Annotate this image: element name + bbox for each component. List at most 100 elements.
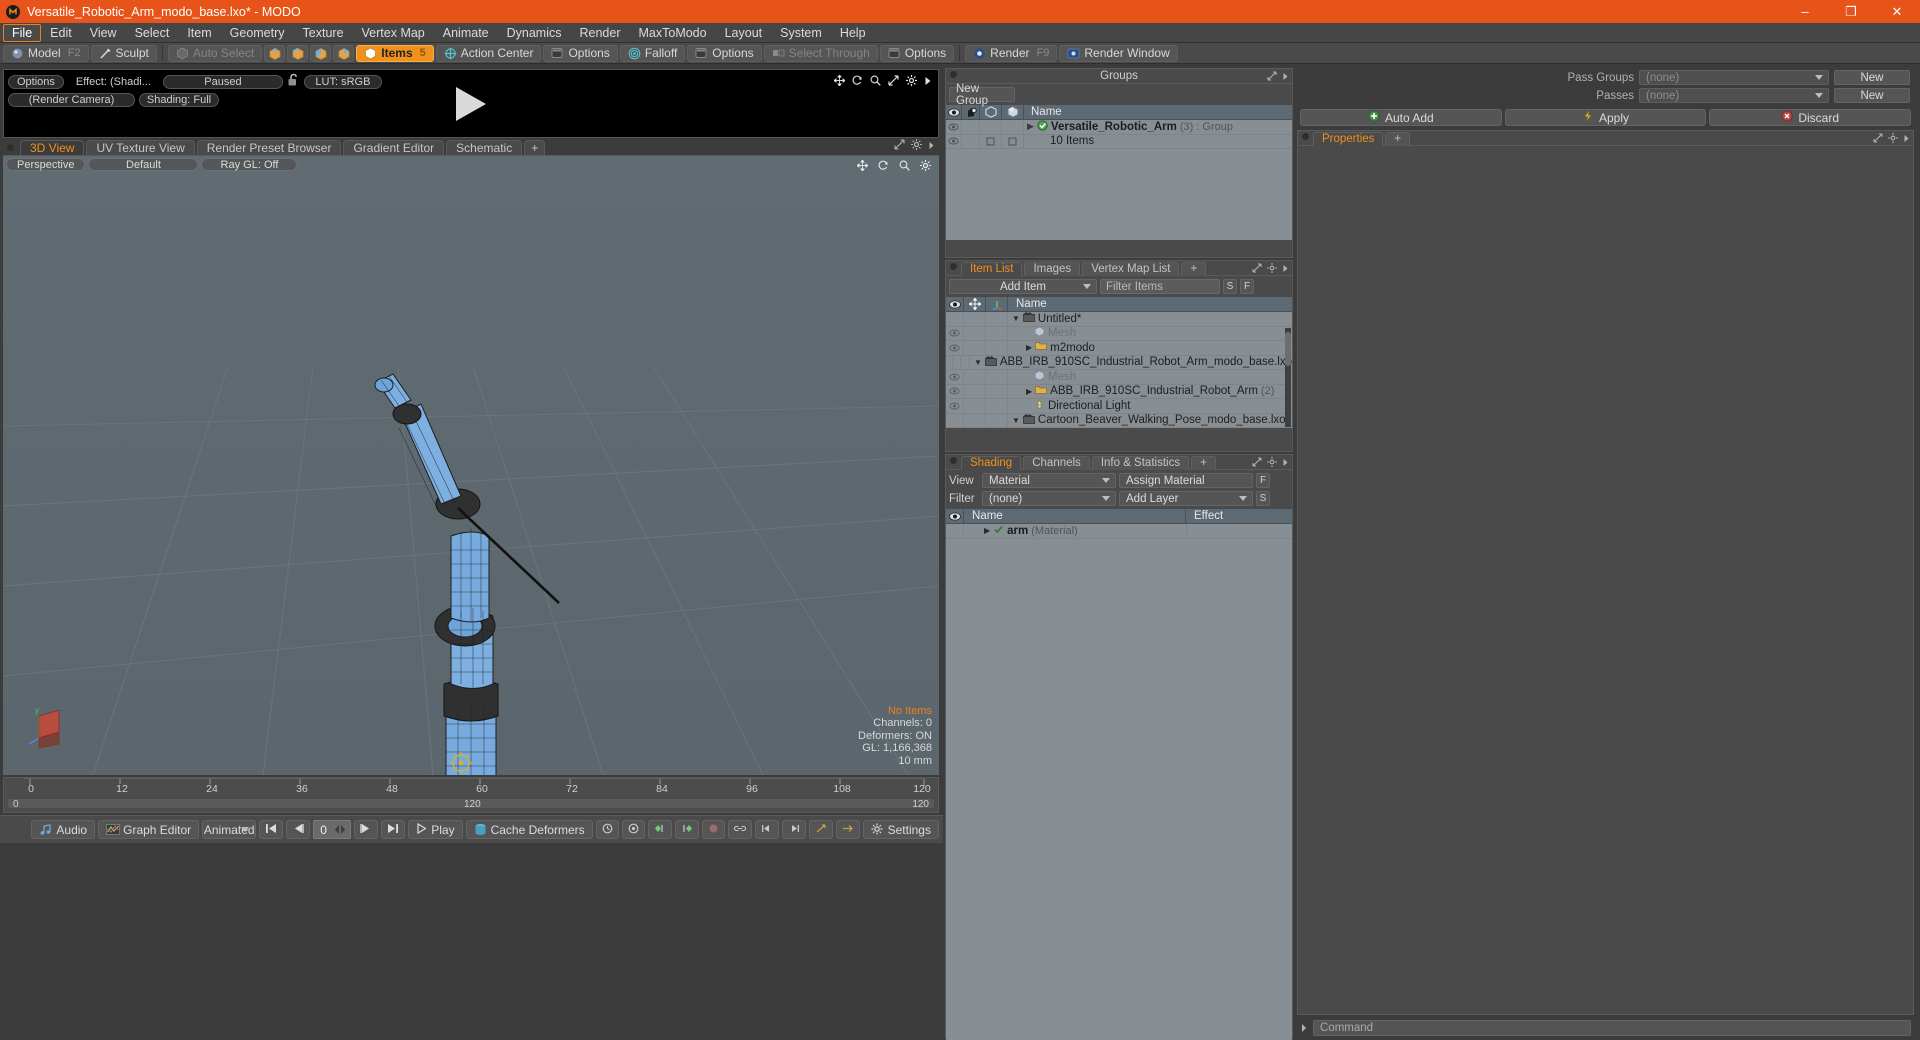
group-child-row[interactable]: 10 Items bbox=[1024, 135, 1094, 147]
item-row-name[interactable]: ▼ Cartoon_Beaver_Walking_Pose_modo_base.… bbox=[1008, 413, 1286, 427]
record-button[interactable] bbox=[701, 820, 725, 839]
gear-icon[interactable] bbox=[906, 74, 917, 89]
row-move-toggle[interactable] bbox=[964, 340, 986, 355]
tab-render-preset-browser[interactable]: Render Preset Browser bbox=[196, 140, 342, 155]
action-center-button[interactable]: Action Center bbox=[435, 44, 542, 62]
step-back-button[interactable] bbox=[286, 820, 311, 839]
item-row-name[interactable]: ▶ ABB_IRB_910SC_Industrial_Robot_Arm (2) bbox=[1008, 385, 1274, 398]
item-list-body[interactable]: ▼ Untitled* Mesh ▶ m2modo ▼ ABB_IRB_910S… bbox=[946, 312, 1292, 428]
tab-add[interactable]: + bbox=[524, 140, 546, 155]
tab-menu-dot-icon[interactable] bbox=[7, 144, 14, 151]
tab-images[interactable]: Images bbox=[1024, 261, 1081, 276]
graph-editor-button[interactable]: Graph Editor bbox=[98, 820, 200, 839]
scrollbar-thumb[interactable] bbox=[1285, 332, 1291, 366]
render-button[interactable]: Render F9 bbox=[965, 44, 1058, 62]
row-axis-toggle[interactable] bbox=[961, 355, 970, 370]
row-move-toggle[interactable] bbox=[964, 413, 986, 428]
row-wire-toggle[interactable] bbox=[980, 134, 1002, 149]
item-list-scrollbar[interactable] bbox=[1285, 328, 1291, 427]
select-through-button[interactable]: Select Through bbox=[763, 44, 878, 62]
offset-key-button[interactable] bbox=[835, 820, 860, 839]
timeline[interactable]: 0 12 24 36 48 60 72 84 96 108 120 0 120 … bbox=[3, 777, 939, 813]
step-forward-button[interactable] bbox=[354, 820, 379, 839]
action-center-options-button[interactable]: Options bbox=[543, 44, 618, 62]
expand-arrow-icon[interactable]: ▶ bbox=[1027, 121, 1034, 132]
zoom-icon[interactable] bbox=[899, 159, 910, 174]
audio-button[interactable]: Audio bbox=[31, 820, 96, 839]
shading-row-name[interactable]: ▶ arm (Material) bbox=[964, 524, 1186, 538]
expand-icon[interactable] bbox=[1267, 69, 1277, 84]
tab-3d-view[interactable]: 3D View bbox=[20, 140, 85, 155]
item-row-name[interactable]: Directional Light bbox=[1008, 398, 1130, 413]
tab-add[interactable]: + bbox=[1191, 455, 1216, 470]
table-row[interactable]: ▶ m2modo bbox=[946, 340, 1292, 356]
menu-item-help[interactable]: Help bbox=[831, 24, 875, 42]
gear-icon[interactable] bbox=[1267, 455, 1277, 470]
table-row[interactable]: ▶ arm (Material) bbox=[946, 523, 1292, 539]
item-row-name[interactable]: ▼ ABB_IRB_910SC_Industrial_Robot_Arm_mod… bbox=[970, 355, 1292, 369]
skip-start-button[interactable] bbox=[259, 820, 284, 839]
row-axis-toggle[interactable] bbox=[986, 326, 1008, 341]
next-key-button[interactable] bbox=[674, 820, 699, 839]
row-axis-toggle[interactable] bbox=[986, 369, 1008, 384]
sculpt-mode-button[interactable]: Sculpt bbox=[90, 44, 157, 62]
gear-icon[interactable] bbox=[1267, 261, 1277, 276]
skip-end-button[interactable] bbox=[381, 820, 406, 839]
model-mode-button[interactable]: Model F2 bbox=[3, 44, 89, 62]
shading-f-button[interactable]: F bbox=[1256, 473, 1270, 488]
gear-icon[interactable] bbox=[911, 138, 922, 153]
fit-icon[interactable] bbox=[888, 74, 899, 89]
items-mode-button[interactable]: Items 5 bbox=[356, 44, 434, 62]
shading-col-eye-icon[interactable] bbox=[946, 508, 964, 524]
row-axis-toggle[interactable] bbox=[986, 413, 1008, 428]
rotate-icon[interactable] bbox=[878, 159, 889, 174]
tab-channels[interactable]: Channels bbox=[1023, 455, 1090, 470]
row-eye-toggle[interactable] bbox=[946, 119, 962, 134]
item-row-name[interactable]: ▼ Untitled* bbox=[1008, 312, 1081, 325]
row-move-toggle[interactable] bbox=[964, 326, 986, 341]
filter-s-button[interactable]: S bbox=[1223, 279, 1237, 294]
item-row-name[interactable]: Mesh bbox=[1008, 326, 1076, 340]
expand-icon[interactable] bbox=[1252, 455, 1262, 470]
shading-list-body[interactable]: ▶ arm (Material) bbox=[946, 523, 1292, 1040]
next-button[interactable] bbox=[781, 820, 806, 839]
menu-item-maxtomodo[interactable]: MaxToModo bbox=[630, 24, 716, 42]
tab-item-list[interactable]: Item List bbox=[961, 261, 1023, 276]
preview-lut-button[interactable]: LUT: sRGB bbox=[303, 74, 382, 89]
table-row[interactable]: ▼ Cartoon_Beaver_Walking_Pose_modo_base.… bbox=[946, 413, 1292, 428]
row-eye-toggle[interactable] bbox=[946, 523, 964, 538]
prev-button[interactable] bbox=[754, 820, 779, 839]
falloff-button[interactable]: Falloff bbox=[619, 44, 686, 62]
menu-item-item[interactable]: Item bbox=[178, 24, 220, 42]
move-icon[interactable] bbox=[833, 74, 846, 89]
table-row[interactable]: Mesh bbox=[946, 326, 1292, 341]
table-row[interactable]: Mesh bbox=[946, 369, 1292, 385]
falloff-options-button[interactable]: Options bbox=[687, 44, 762, 62]
auto-select-button[interactable]: Auto Select bbox=[167, 44, 263, 62]
table-row[interactable]: ▶ ABB_IRB_910SC_Industrial_Robot_Arm (2) bbox=[946, 384, 1292, 399]
current-frame-field[interactable]: 0 bbox=[313, 820, 352, 839]
settings-button[interactable]: Settings bbox=[862, 820, 939, 839]
tab-properties[interactable]: Properties bbox=[1313, 131, 1384, 146]
shading-view-select[interactable]: Material bbox=[982, 473, 1116, 488]
autokey-button[interactable] bbox=[621, 820, 645, 839]
preview-options-button[interactable]: Options bbox=[8, 74, 64, 89]
row-eye-toggle[interactable] bbox=[946, 398, 964, 413]
tab-add[interactable]: + bbox=[1385, 131, 1411, 146]
groups-col-solid-cube-icon[interactable] bbox=[1002, 104, 1024, 120]
tab-info-statistics[interactable]: Info & Statistics bbox=[1091, 455, 1190, 470]
tab-add[interactable]: + bbox=[1181, 261, 1207, 276]
render-camera-button[interactable]: (Render Camera) bbox=[8, 93, 135, 107]
key-button[interactable] bbox=[595, 820, 619, 839]
row-eye-toggle[interactable] bbox=[946, 312, 964, 326]
row-axis-toggle[interactable] bbox=[986, 384, 1008, 399]
row-solid-toggle[interactable] bbox=[1002, 119, 1024, 134]
groups-col-hand-icon[interactable] bbox=[962, 104, 980, 120]
row-move-toggle[interactable] bbox=[964, 312, 986, 326]
apply-button[interactable]: Apply bbox=[1504, 109, 1707, 126]
menu-item-animate[interactable]: Animate bbox=[434, 24, 498, 42]
row-eye-toggle[interactable] bbox=[946, 369, 964, 384]
row-move-toggle[interactable] bbox=[964, 384, 986, 399]
preview-play-icon[interactable] bbox=[456, 86, 486, 121]
new-pass-button[interactable]: New bbox=[1834, 88, 1910, 103]
